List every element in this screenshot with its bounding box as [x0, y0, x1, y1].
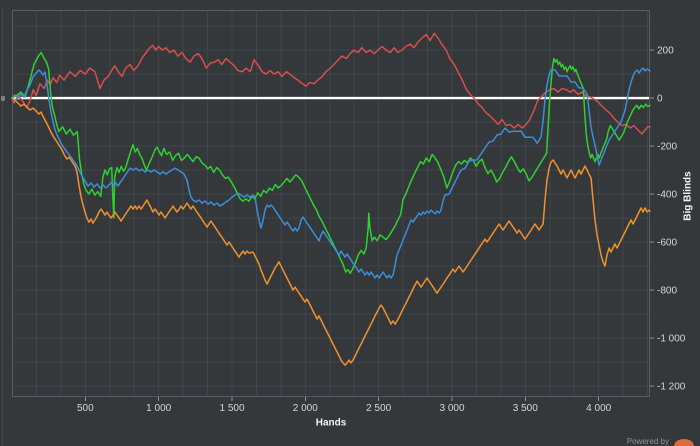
x-tick-label: 2 500 [366, 403, 391, 414]
x-tick-label: 1 000 [146, 403, 171, 414]
x-tick-label: 3 000 [439, 403, 464, 414]
y-axis-title: Big Blinds [682, 171, 694, 221]
x-tick-label: 1 500 [219, 403, 244, 414]
x-tick-label: 500 [77, 403, 94, 414]
powered-by-label: Powered by [626, 436, 669, 446]
x-tick-label: 4 000 [586, 403, 611, 414]
x-tick-labels: 500 1 000 1 500 2 000 2 500 3 000 3 500 4 000 [77, 403, 612, 414]
y-tick-label: 0 [657, 94, 663, 105]
flame-logo-icon [674, 439, 694, 446]
y-tick-label: -1 000 [657, 334, 686, 345]
x-tick-label: 2 000 [293, 403, 318, 414]
powered-by-branding[interactable]: Powered by [627, 433, 694, 446]
y-tick-label: -1 200 [657, 382, 686, 393]
y-tick-label: -600 [657, 238, 677, 249]
poker-results-graph-window: 500 1 000 1 500 2 000 2 500 3 000 3 500 4 000 20… [0, 0, 700, 446]
y-tick-label: 200 [657, 46, 674, 57]
bb-winnings-line-chart[interactable]: 500 1 000 1 500 2 000 2 500 3 000 3 500 4 000 20… [0, 0, 700, 446]
y-tick-labels: 200 0 -200 -400 -600 -800 -1 000 -1 200 [657, 46, 686, 393]
orange-line [11, 97, 651, 366]
x-tick-label: 3 500 [513, 403, 538, 414]
x-axis-title: Hands [315, 417, 347, 429]
red-line [11, 32, 651, 135]
y-tick-label: -400 [657, 190, 677, 201]
y-tick-label: -800 [657, 286, 677, 297]
y-tick-label: -200 [657, 142, 677, 153]
